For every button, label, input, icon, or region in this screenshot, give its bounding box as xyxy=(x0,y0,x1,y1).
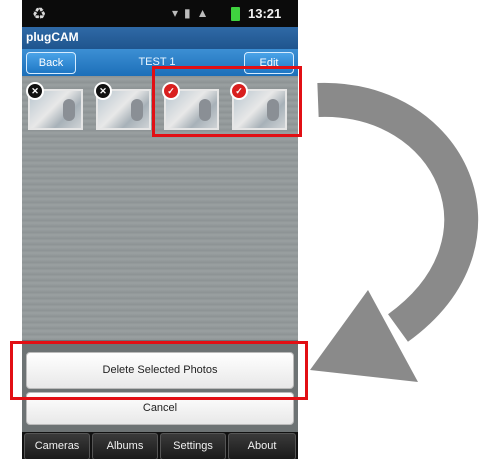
tab-albums[interactable]: Albums xyxy=(92,433,158,459)
app-title: plugCAM xyxy=(26,30,79,44)
signal-icons: ▾▮▲ xyxy=(172,6,215,20)
recycle-icon: ♻ xyxy=(32,6,47,23)
delete-button-highlight xyxy=(10,341,308,400)
curved-arrow-icon xyxy=(300,70,492,410)
unselected-x-icon[interactable]: ✕ xyxy=(94,82,112,100)
tab-settings[interactable]: Settings xyxy=(160,433,226,459)
back-button[interactable]: Back xyxy=(26,52,76,74)
status-bar: ♻ ▾▮▲ 13:21 xyxy=(22,0,298,27)
unselected-x-icon[interactable]: ✕ xyxy=(26,82,44,100)
tab-about[interactable]: About xyxy=(228,433,296,459)
tab-cameras[interactable]: Cameras xyxy=(24,433,90,459)
status-time: 13:21 xyxy=(248,6,282,21)
battery-icon xyxy=(231,7,240,21)
selected-photos-highlight xyxy=(152,66,302,137)
app-title-bar: plugCAM xyxy=(22,27,298,49)
tab-bar: Cameras Albums Settings About xyxy=(22,432,298,459)
